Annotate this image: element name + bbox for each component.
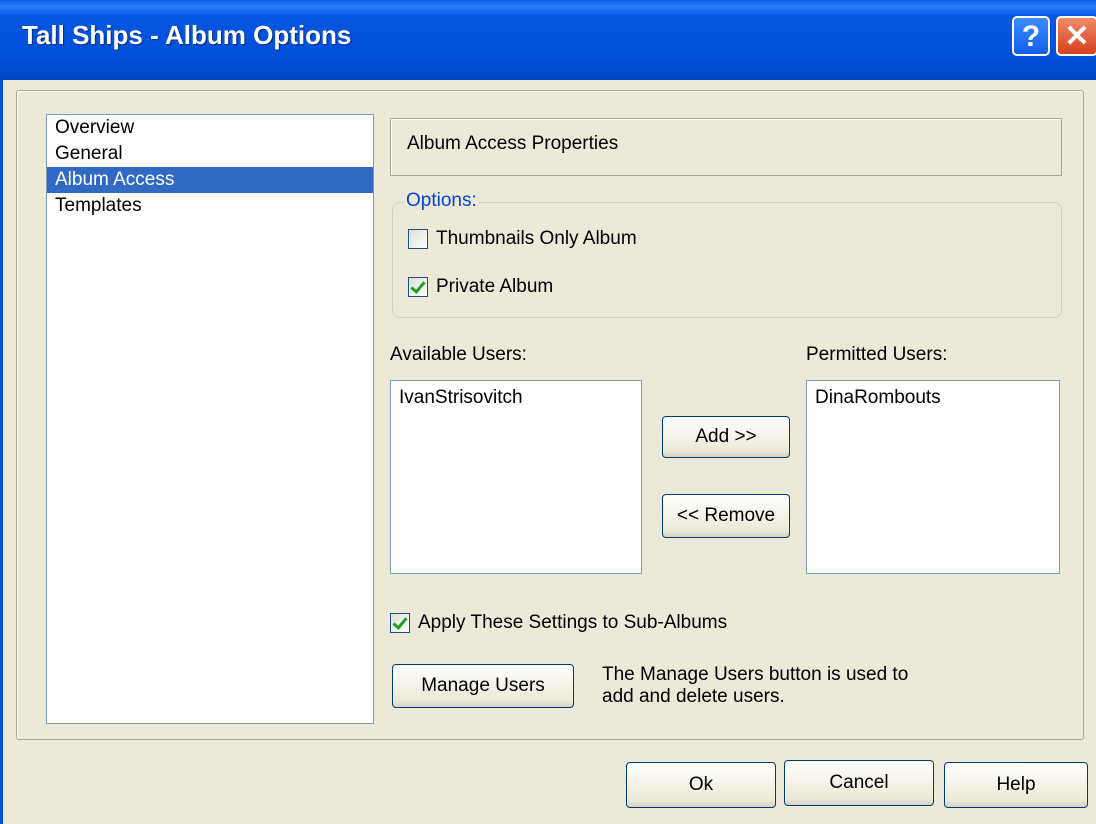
add-button[interactable]: Add >> — [662, 416, 790, 458]
thumbnails-only-label[interactable]: Thumbnails Only Album — [436, 228, 637, 250]
manage-users-note: The Manage Users button is used to add a… — [602, 664, 962, 708]
nav-item-general[interactable]: General — [47, 141, 373, 167]
available-users-list[interactable]: IvanStrisovitch — [390, 380, 642, 574]
private-album-checkbox-row[interactable]: Private Album — [408, 276, 553, 298]
available-users-label: Available Users: — [390, 344, 527, 365]
help-icon[interactable]: ? — [1012, 16, 1050, 56]
manage-users-button[interactable]: Manage Users — [392, 664, 574, 708]
manage-users-note-line1: The Manage Users button is used to — [602, 664, 909, 685]
private-album-checkbox[interactable] — [408, 277, 428, 297]
remove-button[interactable]: << Remove — [662, 494, 790, 538]
section-header: Album Access Properties — [407, 133, 619, 154]
nav-item-templates[interactable]: Templates — [47, 193, 373, 219]
list-item[interactable]: IvanStrisovitch — [399, 387, 641, 409]
nav-item-album-access[interactable]: Album Access — [47, 167, 373, 193]
permitted-users-list[interactable]: DinaRombouts — [806, 380, 1060, 574]
private-album-label[interactable]: Private Album — [436, 276, 553, 298]
apply-sub-albums-checkbox-row[interactable]: Apply These Settings to Sub-Albums — [390, 612, 727, 634]
nav-item-overview[interactable]: Overview — [47, 115, 373, 141]
cancel-button[interactable]: Cancel — [784, 760, 934, 806]
list-item[interactable]: DinaRombouts — [815, 387, 1059, 409]
title-bar[interactable]: Tall Ships - Album Options ? ✕ — [0, 0, 1096, 80]
apply-sub-albums-checkbox[interactable] — [390, 613, 410, 633]
ok-button[interactable]: Ok — [626, 762, 776, 808]
category-list[interactable]: Overview General Album Access Templates — [46, 114, 374, 724]
section-header-box: Album Access Properties — [390, 118, 1062, 176]
thumbnails-only-checkbox-row[interactable]: Thumbnails Only Album — [408, 228, 637, 250]
apply-sub-albums-label[interactable]: Apply These Settings to Sub-Albums — [418, 612, 727, 634]
permitted-users-label: Permitted Users: — [806, 344, 948, 365]
help-button[interactable]: Help — [944, 762, 1088, 808]
thumbnails-only-checkbox[interactable] — [408, 229, 428, 249]
manage-users-note-line2: add and delete users. — [602, 686, 785, 707]
options-group — [392, 202, 1062, 318]
window-title: Tall Ships - Album Options — [22, 20, 352, 50]
options-legend: Options: — [404, 190, 479, 212]
close-icon[interactable]: ✕ — [1056, 16, 1096, 56]
